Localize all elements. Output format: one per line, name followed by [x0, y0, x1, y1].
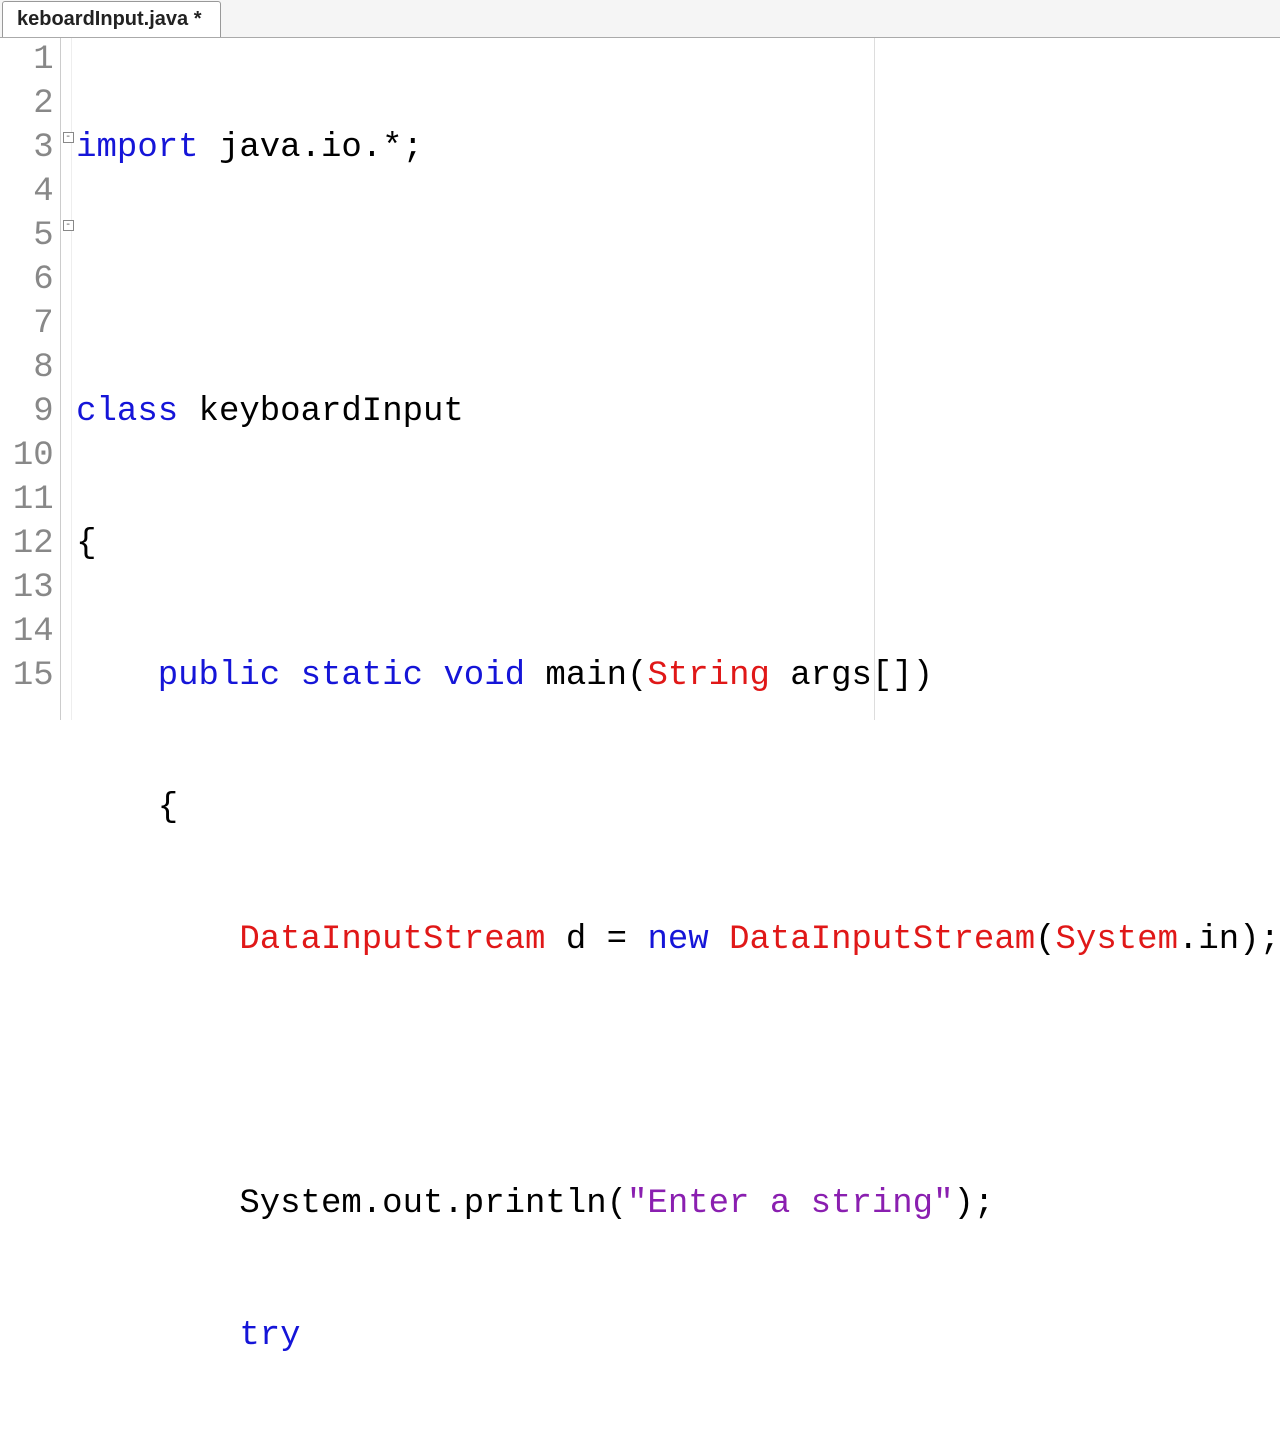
line-gutter: 1 2 3 4 5 6 7 8 9 10 11 12 13 14 15 [0, 38, 61, 720]
code-line [76, 1050, 1280, 1094]
code-line [76, 258, 1280, 302]
code-line: { [76, 786, 1280, 830]
line-number: 11 [0, 478, 54, 522]
code-line: DataInputStream d = new DataInputStream(… [76, 918, 1280, 962]
line-number: 4 [0, 170, 54, 214]
line-number: 5 [0, 214, 54, 258]
line-number: 8 [0, 346, 54, 390]
fold-column: - - [61, 38, 72, 720]
tab-bar: keboardInput.java * [0, 0, 1280, 38]
line-number: 2 [0, 82, 54, 126]
line-number: 1 [0, 38, 54, 82]
code-line: public static void main(String args[]) [76, 654, 1280, 698]
line-number: 14 [0, 610, 54, 654]
code-line: class keyboardInput [76, 390, 1280, 434]
code-editor[interactable]: 1 2 3 4 5 6 7 8 9 10 11 12 13 14 15 - - … [0, 38, 1280, 720]
line-number: 15 [0, 654, 54, 698]
code-line: { [76, 522, 1280, 566]
line-number: 3 [0, 126, 54, 170]
code-line: try [76, 1314, 1280, 1358]
code-line: import java.io.*; [76, 126, 1280, 170]
line-number: 6 [0, 258, 54, 302]
line-number: 10 [0, 434, 54, 478]
editor-tab[interactable]: keboardInput.java * [2, 1, 221, 37]
code-area[interactable]: import java.io.*; class keyboardInput { … [72, 38, 1280, 720]
code-line: System.out.println("Enter a string"); [76, 1182, 1280, 1226]
line-number: 7 [0, 302, 54, 346]
line-number: 13 [0, 566, 54, 610]
line-number: 12 [0, 522, 54, 566]
line-number: 9 [0, 390, 54, 434]
